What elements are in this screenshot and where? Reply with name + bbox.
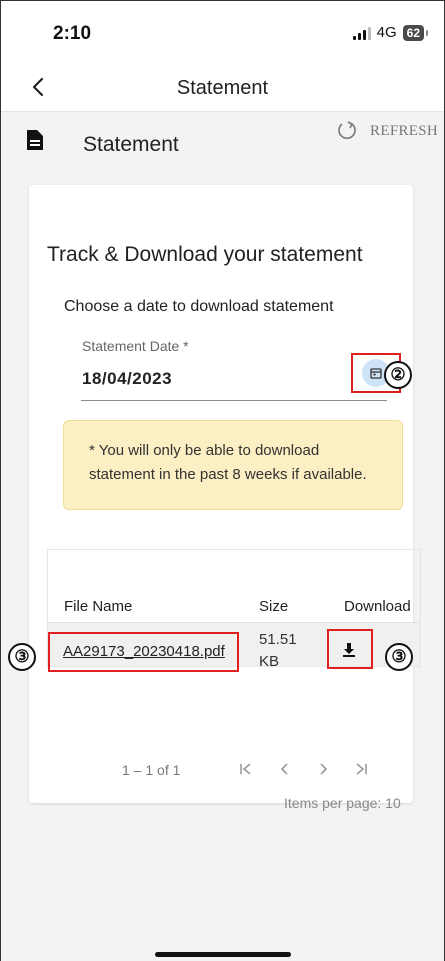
statement-card: Track & Download your statement Choose a… (29, 185, 421, 811)
items-per-page: Items per page: 10 (284, 795, 401, 811)
pagination-range: 1 – 1 of 1 (122, 762, 181, 778)
choose-date-label: Choose a date to download statement (64, 298, 334, 315)
section-title: Statement (83, 133, 179, 156)
statement-date-input[interactable]: 18/04/2023 (82, 369, 172, 389)
first-page-icon (240, 763, 251, 775)
home-indicator (155, 952, 291, 957)
date-field-underline (81, 400, 387, 401)
page-title: Statement (176, 77, 269, 99)
network-label: 4G (376, 24, 397, 41)
file-name-link[interactable]: AA29173_20230418.pdf (63, 643, 225, 660)
signal-icon (352, 26, 371, 40)
calendar-icon (370, 368, 382, 379)
download-icon[interactable] (340, 641, 358, 659)
battery-icon: 62 (402, 24, 429, 41)
file-size: 51.51 KB (259, 631, 297, 670)
status-bar: 2:10 4G 62 (1, 1, 444, 61)
annotation-marker-3-download: ③ (385, 643, 413, 671)
notice-box: * You will only be able to download stat… (63, 420, 403, 510)
status-indicators: 4G 62 (352, 24, 429, 41)
annotation-marker-3-file: ③ (8, 643, 36, 671)
first-page-button[interactable] (232, 755, 260, 783)
statement-date-label: Statement Date * (82, 338, 189, 354)
chevron-right-icon (320, 763, 328, 775)
last-page-icon (356, 763, 367, 775)
document-icon (27, 130, 43, 150)
header-download: Download (344, 598, 411, 615)
annotation-marker-2: ② (384, 361, 412, 389)
refresh-button[interactable]: REFRESH (336, 120, 438, 142)
prev-page-button[interactable] (271, 755, 299, 783)
refresh-icon (338, 121, 356, 139)
refresh-label: REFRESH (370, 122, 438, 139)
status-time: 2:10 (53, 23, 92, 44)
header-size: Size (259, 598, 289, 615)
last-page-button[interactable] (347, 755, 375, 783)
card-title: Track & Download your statement (47, 243, 363, 266)
section-header: Statement REFRESH (1, 111, 444, 167)
next-page-button[interactable] (309, 755, 337, 783)
header-file-name: File Name (64, 598, 133, 615)
nav-bar: Statement (1, 63, 444, 111)
chevron-left-icon (280, 763, 288, 775)
